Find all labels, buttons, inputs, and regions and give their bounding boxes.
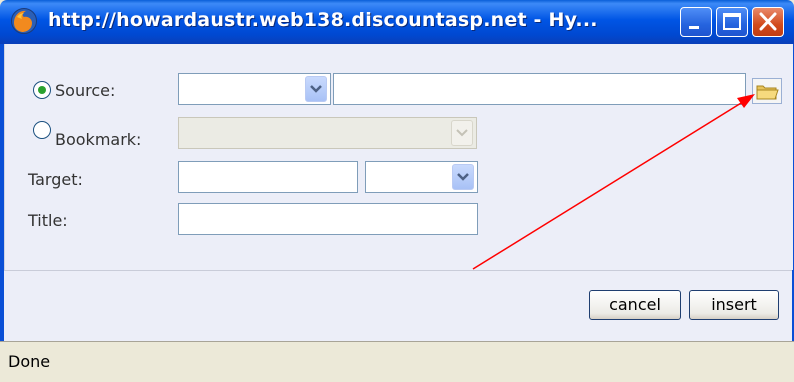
close-button[interactable] <box>752 7 784 37</box>
status-bar: Done <box>0 341 794 382</box>
chevron-down-icon <box>456 129 468 137</box>
minimize-icon <box>689 26 699 29</box>
maximize-icon <box>723 13 741 30</box>
title-bar[interactable]: http://howardaustr.web138.discountasp.ne… <box>0 0 794 44</box>
window-title: http://howardaustr.web138.discountasp.ne… <box>48 9 598 31</box>
status-text: Done <box>8 352 51 371</box>
insert-button[interactable]: insert <box>689 290 779 320</box>
cancel-button[interactable]: cancel <box>589 290 681 320</box>
source-type-select[interactable] <box>178 73 331 105</box>
source-radio[interactable] <box>33 81 51 99</box>
title-label: Title: <box>28 211 68 230</box>
maximize-button[interactable] <box>716 7 748 37</box>
firefox-icon <box>11 8 37 34</box>
bookmark-dropdown-button[interactable] <box>451 120 473 146</box>
target-dropdown-button[interactable] <box>452 164 474 190</box>
title-input[interactable] <box>178 203 478 235</box>
minimize-button[interactable] <box>680 7 712 37</box>
source-label: Source: <box>55 81 116 100</box>
bookmark-label: Bookmark: <box>55 130 142 149</box>
target-input[interactable] <box>178 161 358 193</box>
chevron-down-icon <box>457 173 469 181</box>
radio-selected-dot <box>38 86 46 94</box>
popup-window: http://howardaustr.web138.discountasp.ne… <box>0 0 794 382</box>
target-label: Target: <box>28 170 83 189</box>
browse-button[interactable] <box>752 78 782 104</box>
source-url-input[interactable] <box>333 73 746 105</box>
target-select[interactable] <box>365 161 478 193</box>
bookmark-select[interactable] <box>178 117 477 149</box>
close-icon <box>759 12 777 31</box>
chevron-down-icon <box>310 85 322 93</box>
bookmark-radio[interactable] <box>33 121 51 139</box>
source-type-dropdown-button[interactable] <box>305 76 327 102</box>
folder-icon <box>756 85 779 100</box>
